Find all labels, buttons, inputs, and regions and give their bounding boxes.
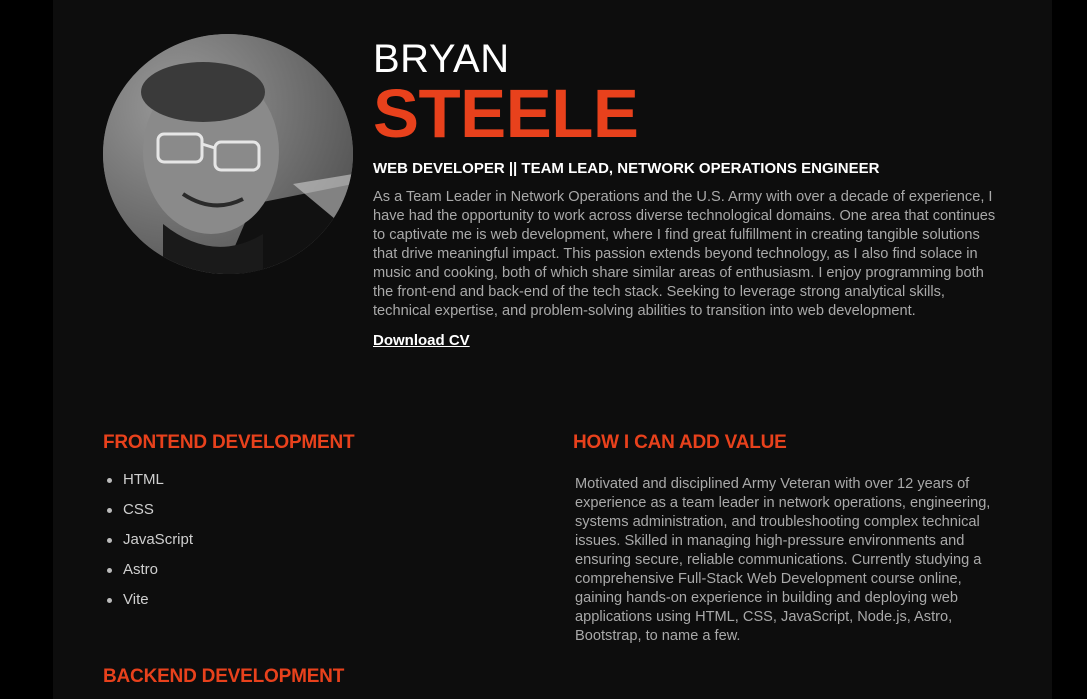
job-title: WEB DEVELOPER || TEAM LEAD, NETWORK OPER… — [373, 160, 880, 177]
hero-section: BRYAN STEELE WEB DEVELOPER || TEAM LEAD,… — [373, 38, 1013, 350]
first-name: BRYAN — [373, 37, 510, 81]
bio-text: As a Team Leader in Network Operations a… — [373, 189, 996, 319]
last-name: STEELE — [373, 75, 639, 152]
skill-item: HTML — [106, 468, 193, 498]
backend-heading: BACKEND DEVELOPMENT — [103, 666, 345, 687]
skill-item: CSS — [106, 498, 193, 528]
profile-photo — [103, 34, 353, 274]
skill-item: JavaScript — [106, 528, 193, 558]
frontend-skills-list: HTML CSS JavaScript Astro Vite — [103, 468, 193, 618]
value-heading: HOW I CAN ADD VALUE — [573, 432, 787, 453]
download-cv-link[interactable]: Download CV — [373, 332, 470, 349]
frontend-heading: FRONTEND DEVELOPMENT — [103, 432, 355, 453]
portfolio-page: BRYAN STEELE WEB DEVELOPER || TEAM LEAD,… — [53, 0, 1052, 699]
value-text: Motivated and disciplined Army Veteran w… — [575, 476, 991, 644]
skill-item: Astro — [106, 558, 193, 588]
skill-item: Vite — [106, 588, 193, 618]
